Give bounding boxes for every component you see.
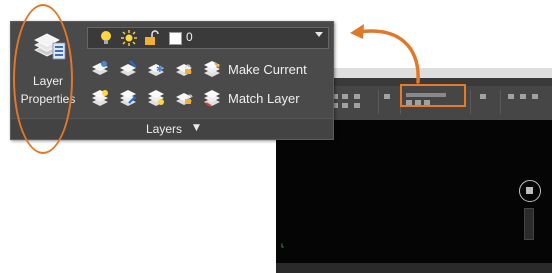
chevron-down-icon[interactable] [315, 32, 323, 37]
match-layer-icon[interactable] [203, 89, 221, 107]
layer-freeze-icon[interactable]: ✱ [147, 60, 165, 78]
current-layer-value: 0 [186, 30, 193, 44]
status-bar [276, 263, 552, 273]
unlock-icon[interactable] [143, 30, 159, 46]
lightbulb-icon[interactable] [98, 30, 114, 46]
drawing-area[interactable] [276, 120, 552, 263]
ribbon-group-properties [502, 90, 550, 114]
layer-unisolate-icon[interactable] [119, 89, 137, 107]
callout-arrow-icon [350, 24, 420, 84]
layers-panel-highlight [400, 84, 466, 107]
make-current-button[interactable]: Make Current [228, 62, 307, 77]
navigation-bar[interactable] [524, 208, 534, 240]
layer-properties-highlight-oval [13, 4, 73, 154]
svg-text:✱: ✱ [156, 65, 164, 75]
make-current-icon[interactable] [203, 60, 221, 78]
layer-off-icon[interactable] [91, 60, 109, 78]
chevron-down-icon[interactable]: ▼ [193, 123, 200, 133]
viewcube-icon[interactable] [519, 180, 541, 202]
ribbon-group-block [472, 90, 501, 114]
layer-on-icon[interactable] [91, 89, 109, 107]
layer-dropdown[interactable]: 0 [87, 27, 329, 49]
panel-title[interactable]: Layers [146, 122, 182, 136]
layer-lock-icon[interactable] [175, 60, 193, 78]
layer-isolate-icon[interactable] [119, 60, 137, 78]
layer-unlock-icon[interactable] [175, 89, 193, 107]
ucs-icon: ┗ [280, 244, 284, 251]
layer-thaw-icon[interactable] [147, 89, 165, 107]
ribbon-group-modify [328, 90, 379, 114]
layer-color-swatch [169, 32, 182, 45]
sun-icon[interactable] [121, 30, 137, 46]
ribbon-group-annotation [380, 90, 401, 114]
match-layer-button[interactable]: Match Layer [228, 91, 300, 106]
